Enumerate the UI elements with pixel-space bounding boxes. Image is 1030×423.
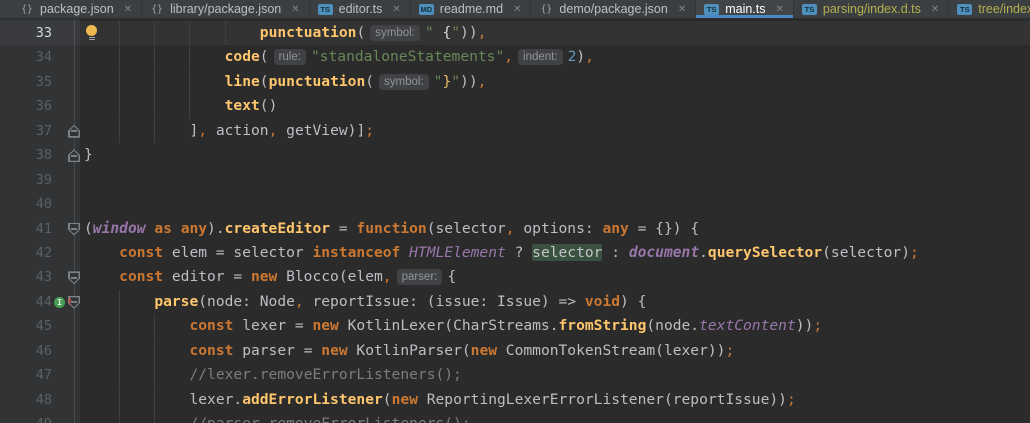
- line-number: 39: [35, 171, 52, 188]
- code-text: line(punctuation(symbol: "}")),: [84, 69, 486, 95]
- code-text: parse(node: Node, reportIssue: (issue: I…: [84, 289, 646, 315]
- code-line-38[interactable]: 38}: [0, 143, 1030, 167]
- code-line-36[interactable]: 36 text(): [0, 94, 1030, 119]
- line-number: 46: [35, 342, 52, 359]
- code-line-40[interactable]: 40: [0, 192, 1030, 216]
- code-text: const parser = new KotlinParser(new Comm…: [84, 338, 734, 364]
- code-line-41[interactable]: 41 (window as any).createEditor = functio…: [0, 217, 1030, 241]
- code-line-34[interactable]: 34 code(rule: "standaloneStatements", inde…: [0, 45, 1030, 70]
- tab-tree-index-d-ts[interactable]: TStree/index.d.ts✕: [949, 0, 1030, 18]
- code-text: text(): [84, 94, 277, 119]
- code-text: }: [84, 146, 93, 164]
- tab-close-icon[interactable]: ✕: [776, 4, 784, 15]
- tab-label: main.ts: [725, 2, 766, 16]
- fold-marker-icon[interactable]: [68, 124, 80, 138]
- tab-library-package-json[interactable]: {} library/package.json ✕: [142, 0, 310, 18]
- code-line-35[interactable]: 35 line(punctuation(symbol: "}")),: [0, 69, 1030, 95]
- line-number: 40: [35, 196, 52, 213]
- code-line-42[interactable]: 42 const elem = selector instanceof HTML…: [0, 241, 1030, 265]
- fold-marker-icon[interactable]: [68, 271, 80, 285]
- code-text: lexer.addErrorListener(new ReportingLexe…: [84, 387, 796, 413]
- code-text: //parser.removeErrorListeners();: [84, 412, 471, 423]
- line-number: 38: [35, 147, 52, 164]
- inlay-parameter-hint: rule:: [273, 49, 306, 66]
- inlay-parameter-hint: indent:: [518, 49, 563, 66]
- code-line-46[interactable]: 46 const parser = new KotlinParser(new C…: [0, 338, 1030, 364]
- tab-close-icon[interactable]: ✕: [678, 4, 686, 15]
- ide-window: {} package.json ✕{} library/package.json ✕ TS…: [0, 0, 1030, 423]
- code-line-39[interactable]: 39: [0, 168, 1030, 192]
- tab-close-icon[interactable]: ✕: [124, 4, 132, 15]
- tab-label: readme.md: [439, 2, 504, 16]
- line-number: 49: [0, 412, 52, 423]
- tab-main-ts[interactable]: TS main.ts ✕: [696, 0, 794, 18]
- code-line-48[interactable]: 48 lexer.addErrorListener(new ReportingL…: [0, 387, 1030, 413]
- typescript-file-icon: TS: [704, 3, 720, 15]
- line-number: 33: [35, 25, 52, 41]
- inlay-parameter-hint: symbol:: [379, 73, 429, 90]
- code-text: (window as any).createEditor = function(…: [84, 219, 700, 237]
- tab-demo-package-json[interactable]: {} demo/package.json ✕: [531, 0, 697, 18]
- line-number: 43: [35, 269, 52, 286]
- markdown-file-icon: MD: [418, 3, 434, 15]
- line-number: 47: [35, 367, 52, 384]
- tab-label: package.json: [40, 2, 114, 16]
- tab-readme-md[interactable]: MD readme.md ✕: [411, 0, 532, 18]
- fold-marker-icon[interactable]: [68, 222, 80, 236]
- tab-close-icon[interactable]: ✕: [291, 4, 299, 15]
- tab-label: editor.ts: [338, 2, 383, 16]
- code-editor[interactable]: 33 punctuation(symbol: " {")), 34 code(rul…: [0, 19, 1030, 423]
- code-text: const editor = new Blocco(elem, parser:{: [119, 268, 457, 286]
- json-file-icon: {}: [151, 3, 163, 15]
- typescript-file-icon: TS: [317, 3, 333, 15]
- json-file-icon: {}: [21, 3, 33, 15]
- line-number: 42: [35, 244, 52, 261]
- code-line-33[interactable]: 33 punctuation(symbol: " {")),: [0, 21, 1030, 46]
- code-text: punctuation(symbol: " {")),: [84, 21, 486, 46]
- json-file-icon: {}: [540, 3, 553, 15]
- code-line-47[interactable]: 47 //lexer.removeErrorListeners();: [0, 363, 1030, 388]
- code-line-49[interactable]: 49 //parser.removeErrorListeners();: [0, 412, 1030, 423]
- inlay-parameter-hint: symbol:: [370, 25, 420, 41]
- tab-editor-ts[interactable]: TS editor.ts ✕: [310, 0, 411, 18]
- line-number: 34: [35, 49, 52, 66]
- line-number: 44: [35, 293, 52, 310]
- code-text: ], action, getView)];: [84, 118, 374, 144]
- line-number: 45: [35, 318, 52, 335]
- typescript-file-icon: TS: [957, 3, 973, 15]
- fold-marker-icon[interactable]: [68, 149, 80, 163]
- tab-label: tree/index.d.ts: [978, 2, 1030, 16]
- editor-tab-bar: {} package.json ✕{} library/package.json ✕ TS…: [0, 0, 1030, 19]
- code-text: const lexer = new KotlinLexer(CharStream…: [84, 314, 822, 339]
- tab-label: library/package.json: [170, 2, 282, 16]
- line-number: 35: [35, 73, 52, 90]
- tab-parsing-index-d-ts[interactable]: TS parsing/index.d.ts ✕: [794, 0, 950, 18]
- tab-label: parsing/index.d.ts: [822, 2, 921, 16]
- line-number: 48: [35, 391, 52, 408]
- code-line-45[interactable]: 45 const lexer = new KotlinLexer(CharStr…: [0, 314, 1030, 339]
- tab-close-icon[interactable]: ✕: [931, 4, 939, 15]
- tab-package-json[interactable]: {} package.json ✕: [12, 0, 143, 18]
- code-text: //lexer.removeErrorListeners();: [84, 363, 462, 388]
- line-number: 37: [35, 122, 52, 139]
- line-number: 36: [35, 98, 52, 115]
- tab-close-icon[interactable]: ✕: [392, 4, 400, 15]
- code-line-44[interactable]: 44 I ↑ parse(node: Node, reportIssue: (iss…: [0, 289, 1030, 315]
- code-area: 33 punctuation(symbol: " {")), 34 code(rul…: [0, 21, 1030, 423]
- code-text: const elem = selector instanceof HTMLEle…: [119, 243, 919, 261]
- line-number: 41: [35, 220, 52, 237]
- tab-close-icon[interactable]: ✕: [513, 4, 521, 15]
- code-line-43[interactable]: 43 const editor = new Blocco(elem, parser…: [0, 265, 1030, 289]
- tab-label: demo/package.json: [559, 2, 668, 16]
- overrides-method-gutter-icon[interactable]: I ↑: [54, 294, 78, 309]
- code-line-37[interactable]: 37 ], action, getView)];: [0, 118, 1030, 144]
- typescript-file-icon: TS: [801, 3, 817, 15]
- inlay-parameter-hint: parser:: [396, 269, 443, 286]
- code-text: code(rule: "standaloneStatements", indent:…: [84, 45, 594, 70]
